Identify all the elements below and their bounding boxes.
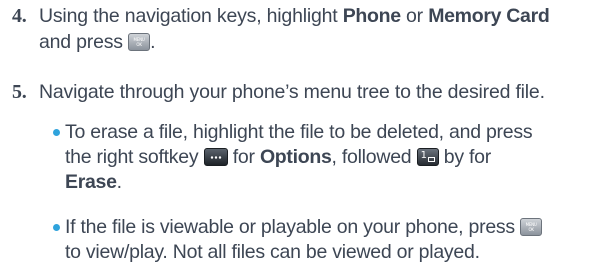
step-text-segment: and press — [39, 31, 123, 53]
right-softkey-icon — [203, 148, 228, 166]
bullet-text-segment: by for — [443, 146, 492, 168]
bullet-text-segment: , followed — [331, 146, 412, 168]
key-number: 1 — [420, 150, 427, 161]
step-4: 4. Using the navigation keys, highlight … — [12, 3, 600, 55]
step-text-segment: . — [150, 31, 156, 53]
bullet-view-play-file: If the file is viewable or playable on y… — [53, 215, 601, 265]
step-text: Using the navigation keys, highlight Pho… — [39, 3, 600, 29]
key-label-bottom: OK — [528, 227, 534, 232]
envelope-icon — [427, 157, 435, 162]
bullet-icon — [53, 224, 60, 231]
memory-card-option-label: Memory Card — [428, 5, 550, 27]
menu-ok-key-icon: MENU OK — [128, 33, 151, 51]
bullet-line: If the file is viewable or playable on y… — [65, 215, 601, 240]
step-number: 5. — [12, 81, 27, 103]
bullet-line: the right softkey for Options, followed … — [65, 145, 601, 170]
options-label: Options — [259, 146, 332, 168]
step-text-segment: or — [400, 5, 429, 27]
dots-icon — [209, 156, 222, 159]
bullet-text-segment: If the file is viewable or playable on y… — [65, 216, 515, 238]
bullet-text-segment: the right softkey — [65, 146, 199, 168]
bullet-icon — [53, 129, 60, 136]
key-label: MENU OK — [521, 222, 541, 232]
key-label-bottom: OK — [136, 42, 142, 47]
bullet-text-segment: for — [232, 146, 255, 168]
step-text-segment: Using the navigation keys, highlight — [39, 5, 343, 27]
step-text: Navigate through your phone’s menu tree … — [39, 81, 545, 103]
menu-ok-key-icon: MENU OK — [520, 218, 543, 236]
document-page: 4. Using the navigation keys, highlight … — [0, 0, 603, 269]
phone-option-label: Phone — [342, 5, 401, 27]
bullet-line: to view/play. Not all files can be viewe… — [65, 241, 480, 263]
bullet-erase-file: To erase a file, highlight the file to b… — [53, 120, 601, 195]
step-5: 5. Navigate through your phone’s menu tr… — [12, 79, 600, 105]
key-1-icon: 1 — [416, 148, 439, 166]
step-number: 4. — [12, 5, 27, 27]
erase-label: Erase — [65, 171, 117, 193]
bullet-line: To erase a file, highlight the file to b… — [65, 121, 533, 143]
bullet-text-segment: . — [116, 171, 122, 193]
bullet-line: Erase. — [65, 170, 601, 195]
step-text-line-2: and press MENU OK. — [39, 29, 600, 55]
key-label: MENU OK — [129, 37, 149, 47]
